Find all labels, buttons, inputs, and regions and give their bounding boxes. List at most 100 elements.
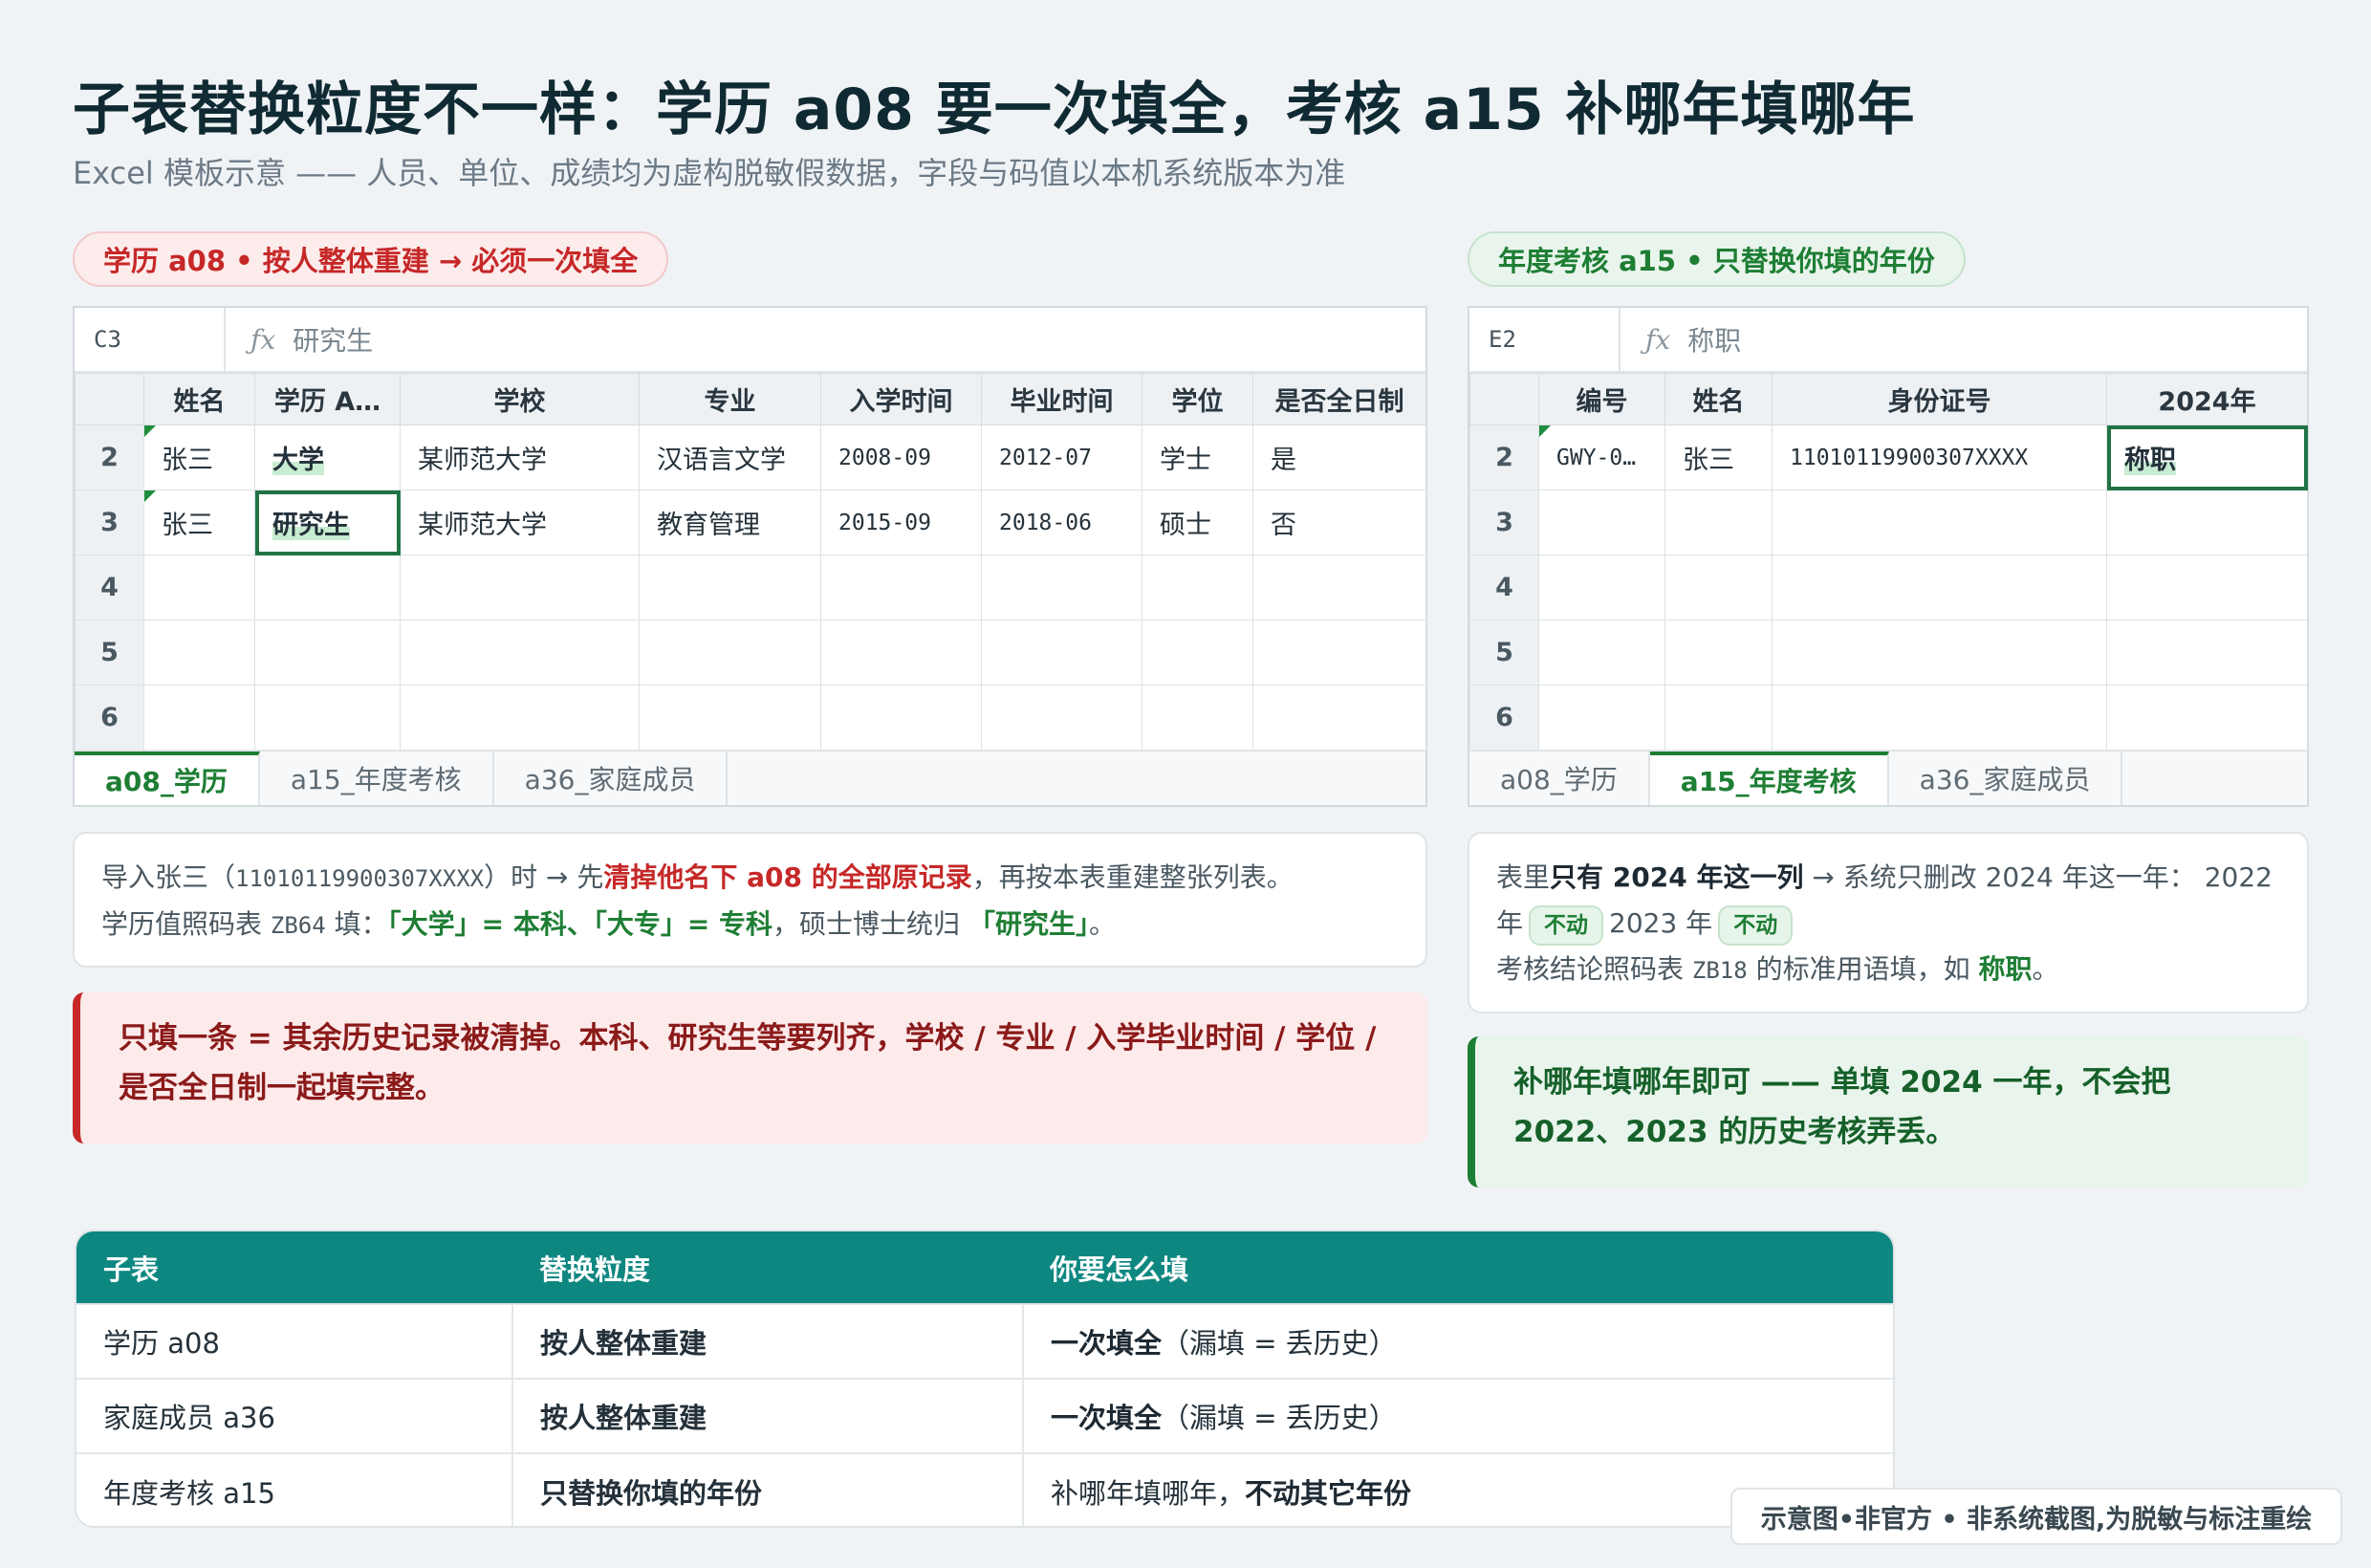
cell[interactable] [820,685,982,751]
cell[interactable]: 教育管理 [639,490,821,555]
column-header[interactable]: 姓名 [143,373,255,425]
cell[interactable]: 硕士 [1142,490,1253,555]
cell[interactable] [639,620,821,686]
selected-cell[interactable]: 研究生 [254,490,401,555]
tab-a15[interactable]: a15_年度考核 [260,751,494,805]
formula-value: 称职 [1687,325,1742,357]
column-header[interactable]: 身份证号 [1772,373,2107,425]
cell[interactable]: 张三 [1664,425,1773,490]
column-header[interactable]: 编号 [1538,373,1665,425]
cell[interactable] [400,555,640,621]
column-header[interactable]: 是否全日制 [1252,373,1426,425]
cell[interactable] [820,555,982,621]
tab-a36[interactable]: a36_家庭成员 [494,751,729,805]
tab-a08[interactable]: a08_学历 [75,751,260,805]
cell[interactable]: 2015-09 [820,490,982,555]
column-header[interactable]: 2024年 [2106,373,2308,425]
column-header[interactable]: 入学时间 [820,373,982,425]
cell[interactable] [400,685,640,751]
cell[interactable]: 2012-07 [981,425,1142,490]
cell[interactable] [639,555,821,621]
cell[interactable]: 某师范大学 [400,490,640,555]
cell[interactable] [1538,490,1665,555]
cell[interactable] [639,685,821,751]
cell[interactable] [1772,685,2107,751]
tab-a15[interactable]: a15_年度考核 [1649,751,1889,805]
cell[interactable] [143,620,255,686]
formula-input[interactable]: ƒx 研究生 [226,308,373,371]
corner-cell[interactable] [1469,373,1539,425]
cell[interactable] [981,555,1142,621]
cell[interactable] [1772,555,2107,621]
tab-a08[interactable]: a08_学历 [1469,751,1650,805]
column-header[interactable]: 姓名 [1664,373,1773,425]
cell[interactable] [1142,620,1253,686]
cell[interactable] [1664,685,1773,751]
table-row: 5 [1469,620,2308,686]
tab-a36[interactable]: a36_家庭成员 [1889,751,2123,805]
formula-input[interactable]: ƒx 称职 [1621,308,1741,371]
row-number[interactable]: 3 [75,490,144,555]
cell[interactable] [1664,555,1773,621]
unchanged-chip: 不动 [1529,905,1604,946]
cell[interactable] [1772,490,2107,555]
column-header[interactable]: 学校 [400,373,640,425]
cell[interactable] [1252,620,1426,686]
cell[interactable]: 否 [1252,490,1426,555]
column-header[interactable]: 专业 [639,373,821,425]
cell[interactable]: 11010119900307XXXX [1772,425,2107,490]
cell[interactable] [981,685,1142,751]
cell[interactable] [2106,555,2308,621]
cell[interactable] [2106,620,2308,686]
a15-tip-callout: 补哪年填哪年即可 —— 单填 2024 一年，不会把 2022、2023 的历史… [1468,1036,2309,1187]
cell[interactable]: 大学 [254,425,401,490]
row-number[interactable]: 6 [1469,685,1539,751]
cell[interactable] [1142,555,1253,621]
row-number[interactable]: 6 [75,685,144,751]
cell[interactable]: 2018-06 [981,490,1142,555]
selected-cell[interactable]: 称职 [2106,425,2308,490]
cell[interactable] [1664,490,1773,555]
cell[interactable]: 学士 [1142,425,1253,490]
granularity: 只替换你填的年份 [512,1452,1024,1526]
cell[interactable] [1664,620,1773,686]
cell[interactable]: GWY-0… [1538,425,1665,490]
cell[interactable] [1538,555,1665,621]
name-box[interactable]: E2 [1469,308,1621,371]
row-number[interactable]: 4 [1469,555,1539,621]
cell[interactable]: 张三 [143,425,255,490]
cell[interactable]: 张三 [143,490,255,555]
column-header[interactable]: 学历 A… [254,373,401,425]
cell[interactable] [143,685,255,751]
cell[interactable] [1252,555,1426,621]
cell[interactable] [400,620,640,686]
name-box[interactable]: C3 [75,308,226,371]
cell[interactable] [1538,620,1665,686]
column-header[interactable]: 毕业时间 [981,373,1142,425]
cell[interactable] [2106,490,2308,555]
cell[interactable] [2106,685,2308,751]
cell[interactable]: 某师范大学 [400,425,640,490]
cell[interactable]: 是 [1252,425,1426,490]
column-header[interactable]: 学位 [1142,373,1253,425]
cell[interactable] [820,620,982,686]
row-number[interactable]: 2 [1469,425,1539,490]
row-number[interactable]: 5 [1469,620,1539,686]
cell[interactable] [254,555,401,621]
cell[interactable] [1772,620,2107,686]
cell[interactable] [254,685,401,751]
cell[interactable] [1142,685,1253,751]
row-number[interactable]: 3 [1469,490,1539,555]
cell[interactable] [1538,685,1665,751]
row-number[interactable]: 5 [75,620,144,686]
cell[interactable] [1252,685,1426,751]
corner-cell[interactable] [75,373,144,425]
cell[interactable] [143,555,255,621]
row-number[interactable]: 4 [75,555,144,621]
cell[interactable] [981,620,1142,686]
comment-marker-icon [1539,425,1551,437]
cell[interactable] [254,620,401,686]
row-number[interactable]: 2 [75,425,144,490]
cell[interactable]: 2008-09 [820,425,982,490]
cell[interactable]: 汉语言文学 [639,425,821,490]
